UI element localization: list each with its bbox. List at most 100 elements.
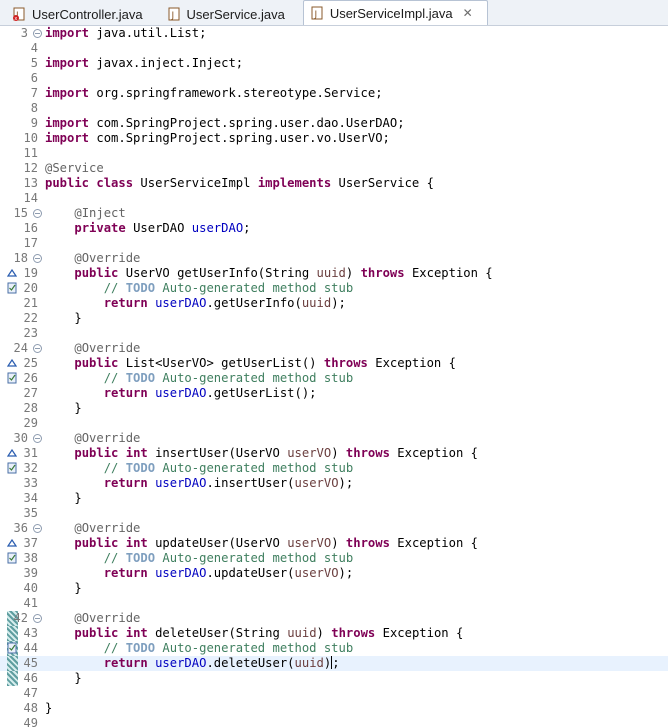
code-line[interactable]: 5 import javax.inject.Inject; (0, 56, 668, 71)
code-line[interactable]: 31 public int insertUser(UserVO userVO) … (0, 446, 668, 461)
comment-token: Auto-generated method stub (162, 461, 354, 475)
task-icon[interactable] (7, 642, 17, 654)
task-icon[interactable] (7, 372, 17, 384)
code-text: } (45, 701, 52, 716)
code-line[interactable]: 48} (0, 701, 668, 716)
code-line[interactable]: 20 // TODO Auto-generated method stub (0, 281, 668, 296)
code-line[interactable]: 28 } (0, 401, 668, 416)
keyword-token: throws (323, 356, 368, 370)
code-line[interactable]: 26 // TODO Auto-generated method stub (0, 371, 668, 386)
keyword-token: int (125, 626, 148, 640)
fold-toggle-icon[interactable] (33, 209, 42, 218)
code-line[interactable]: 8 (0, 101, 668, 116)
code-line[interactable]: 49 (0, 716, 668, 728)
code-line[interactable]: 47 (0, 686, 668, 701)
code-line[interactable]: 44 // TODO Auto-generated method stub (0, 641, 668, 656)
fold-toggle-icon[interactable] (33, 29, 42, 38)
keyword-token: return (103, 296, 148, 310)
line-gutter: 12 (0, 161, 42, 176)
fold-toggle-icon[interactable] (33, 524, 42, 533)
fold-toggle-icon[interactable] (33, 434, 42, 443)
code-line[interactable]: 17 (0, 236, 668, 251)
keyword-token: return (103, 566, 148, 580)
code-line[interactable]: 29 (0, 416, 668, 431)
code-line[interactable]: 4 (0, 41, 668, 56)
tab-user-service[interactable]: J UserService.java (161, 3, 299, 25)
code-line[interactable]: 32 // TODO Auto-generated method stub (0, 461, 668, 476)
code-line[interactable]: 9 import com.SpringProject.spring.user.da… (0, 116, 668, 131)
code-token: } (45, 491, 82, 505)
code-line[interactable]: 37 public int updateUser(UserVO userVO) … (0, 536, 668, 551)
line-number: 10 (23, 131, 38, 145)
code-line[interactable]: 46 } (0, 671, 668, 686)
code-line[interactable]: 18 @Override (0, 251, 668, 266)
code-line[interactable]: 40 } (0, 581, 668, 596)
task-icon[interactable] (7, 462, 17, 474)
task-icon[interactable] (7, 282, 17, 294)
code-line[interactable]: 41 (0, 596, 668, 611)
fold-toggle-icon[interactable] (33, 614, 42, 623)
fold-toggle-icon[interactable] (33, 254, 42, 263)
code-text: public int insertUser(UserVO userVO) thr… (45, 446, 478, 461)
code-token: ); (338, 566, 354, 580)
code-token: .insertUser( (206, 476, 295, 490)
code-line[interactable]: 35 (0, 506, 668, 521)
code-text: // TODO Auto-generated method stub (45, 641, 354, 656)
tab-user-controller[interactable]: Jx UserController.java (6, 3, 157, 25)
code-line[interactable]: 24 @Override (0, 341, 668, 356)
field-token: userDAO (155, 296, 207, 310)
code-line[interactable]: 3 import java.util.List; (0, 26, 668, 41)
code-line[interactable]: 39 return userDAO.updateUser(userVO); (0, 566, 668, 581)
line-gutter: 23 (0, 326, 42, 341)
code-line[interactable]: 23 (0, 326, 668, 341)
fold-toggle-icon[interactable] (33, 344, 42, 353)
code-line[interactable]: 25 public List<UserVO> getUserList() thr… (0, 356, 668, 371)
code-line[interactable]: 42 @Override (0, 611, 668, 626)
line-number: 49 (23, 716, 38, 728)
task-icon[interactable] (7, 552, 17, 564)
code-line[interactable]: 36 @Override (0, 521, 668, 536)
code-line[interactable]: 15 @Inject (0, 206, 668, 221)
code-line[interactable]: 22 } (0, 311, 668, 326)
tab-user-service-impl[interactable]: J UserServiceImpl.java ✕ (302, 0, 488, 25)
code-line[interactable]: 7 import org.springframework.stereotype.S… (0, 86, 668, 101)
close-icon[interactable]: ✕ (463, 6, 473, 20)
code-line[interactable]: 33 return userDAO.insertUser(userVO); (0, 476, 668, 491)
code-line[interactable]: 30 @Override (0, 431, 668, 446)
code-line[interactable]: 45 return userDAO.deleteUser(uuid); (0, 656, 668, 671)
code-line[interactable]: 21 return userDAO.getUserInfo(uuid); (0, 296, 668, 311)
todo-token: TODO (125, 281, 156, 295)
code-line[interactable]: 6 (0, 71, 668, 86)
override-icon[interactable] (7, 267, 17, 279)
code-line[interactable]: 10 import com.SpringProject.spring.user.v… (0, 131, 668, 146)
code-line[interactable]: 34 } (0, 491, 668, 506)
keyword-token: int (125, 446, 148, 460)
code-line[interactable]: 38 // TODO Auto-generated method stub (0, 551, 668, 566)
code-line[interactable]: 43 public int deleteUser(String uuid) th… (0, 626, 668, 641)
line-gutter: 31 (0, 446, 42, 461)
line-gutter: 36 (0, 521, 42, 536)
code-line[interactable]: 27 return userDAO.getUserList(); (0, 386, 668, 401)
line-gutter: 32 (0, 461, 42, 476)
code-line[interactable]: 19 public UserVO getUserInfo(String uuid… (0, 266, 668, 281)
override-icon[interactable] (7, 447, 17, 459)
comment-token: Auto-generated method stub (162, 281, 354, 295)
code-token: } (45, 701, 53, 715)
java-file-icon: J (310, 6, 324, 20)
code-text: @Override (45, 431, 140, 446)
svg-text:x: x (14, 16, 17, 21)
override-icon[interactable] (7, 537, 17, 549)
code-line[interactable]: 14 (0, 191, 668, 206)
code-line[interactable]: 13 public class UserServiceImpl implement… (0, 176, 668, 191)
code-editor[interactable]: 3 import java.util.List; 4 5 import javax.in… (0, 26, 668, 728)
override-icon[interactable] (7, 357, 17, 369)
code-line[interactable]: 11 (0, 146, 668, 161)
code-line[interactable]: 16 private UserDAO userDAO; (0, 221, 668, 236)
field-token: userDAO (155, 476, 207, 490)
keyword-token: throws (345, 536, 390, 550)
parameter-token: userVO (294, 476, 339, 490)
code-line[interactable]: 12 @Service (0, 161, 668, 176)
keyword-token: private (74, 221, 126, 235)
